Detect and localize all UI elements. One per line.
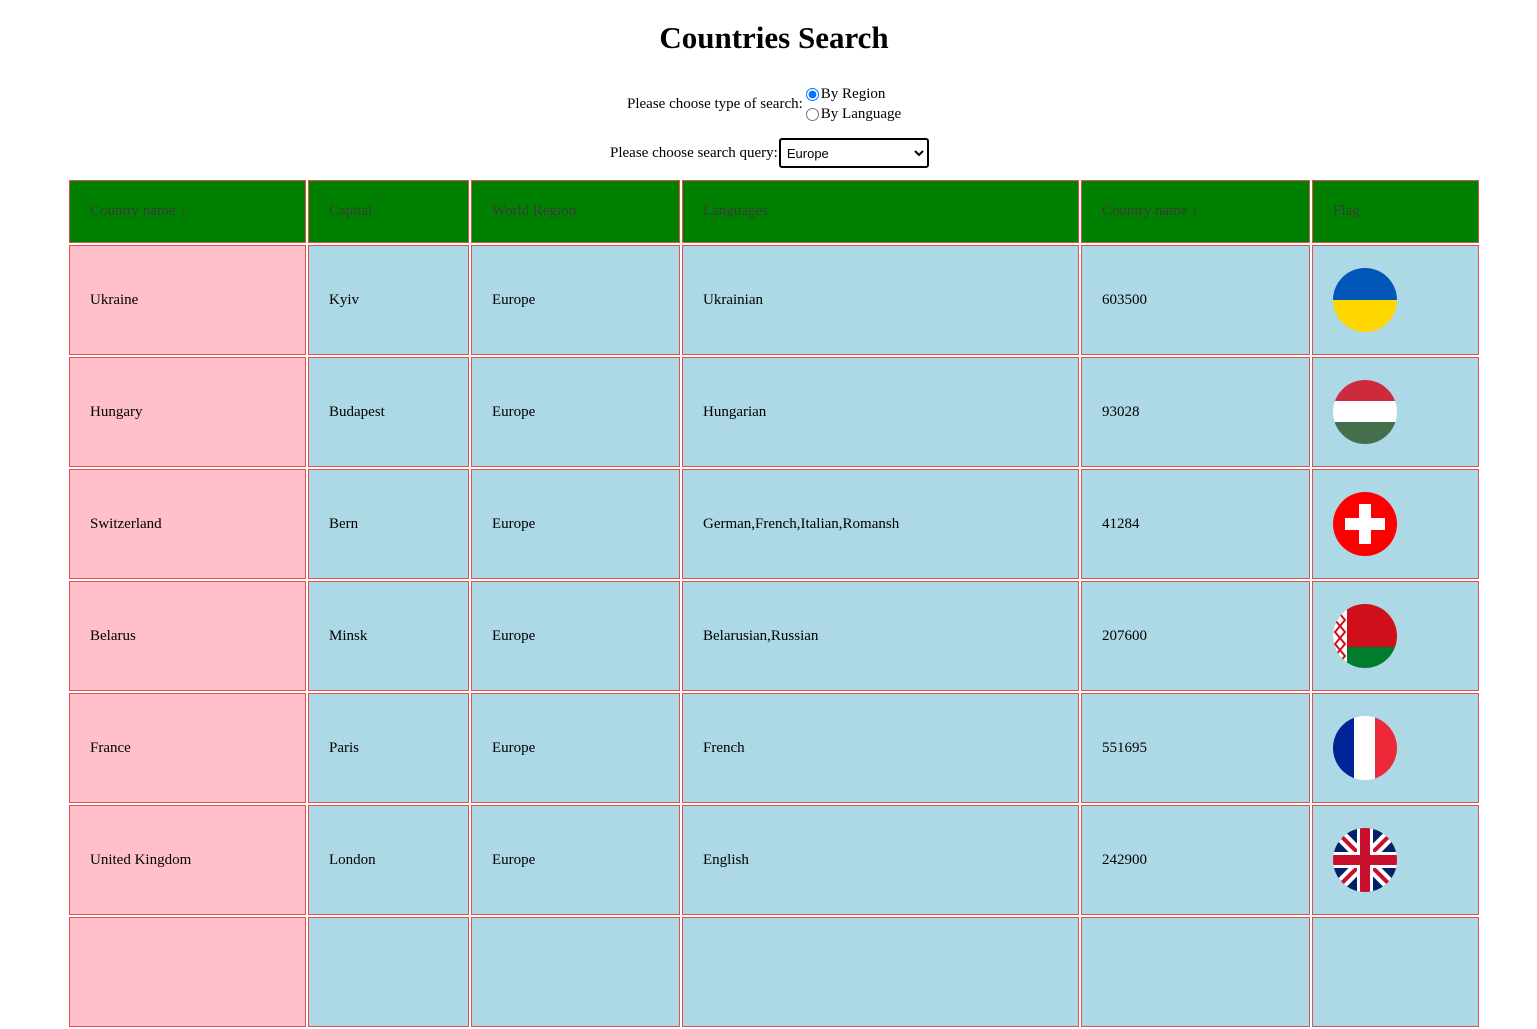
table-row: Belarus Minsk Europe Belarusian,Russian …: [69, 581, 1479, 691]
cell-region: Europe: [471, 805, 680, 915]
cell-flag: [1312, 581, 1479, 691]
cell-capital: Minsk: [308, 581, 469, 691]
cell-region: Europe: [471, 245, 680, 355]
cell-country-name: Belarus: [69, 581, 306, 691]
table-row: Switzerland Bern Europe German,French,It…: [69, 469, 1479, 579]
header-country-name-desc[interactable]: Country name ↓: [1081, 180, 1310, 243]
cell-flag: [1312, 245, 1479, 355]
cell-languages: Ukrainian: [682, 245, 1079, 355]
search-query-row: Please choose search query: Europe: [610, 138, 929, 168]
radio-by-language[interactable]: By Language: [805, 104, 902, 124]
cell-languages: French: [682, 693, 1079, 803]
cell-flag: [1312, 357, 1479, 467]
cell-languages: [682, 917, 1079, 1027]
cell-capital: [308, 917, 469, 1027]
cell-area: 551695: [1081, 693, 1310, 803]
belarus-flag-icon: [1333, 604, 1397, 668]
cell-country-name: Hungary: [69, 357, 306, 467]
cell-languages: German,French,Italian,Romansh: [682, 469, 1079, 579]
cell-languages: Belarusian,Russian: [682, 581, 1079, 691]
cell-area: [1081, 917, 1310, 1027]
by-region-radio[interactable]: [805, 87, 819, 101]
table-row: United Kingdom London Europe English 242…: [69, 805, 1479, 915]
switzerland-flag-icon: [1333, 492, 1397, 556]
cell-region: Europe: [471, 469, 680, 579]
cell-region: Europe: [471, 693, 680, 803]
header-capital: Capital: [308, 180, 469, 243]
france-flag-icon: [1333, 716, 1397, 780]
table-row: France Paris Europe French 551695: [69, 693, 1479, 803]
cell-country-name: United Kingdom: [69, 805, 306, 915]
cell-country-name: Ukraine: [69, 245, 306, 355]
cell-region: [471, 917, 680, 1027]
cell-region: Europe: [471, 581, 680, 691]
countries-table: Country name ↑ Capital World Region Lang…: [67, 178, 1481, 1029]
table-row: Hungary Budapest Europe Hungarian 93028: [69, 357, 1479, 467]
cell-flag: [1312, 469, 1479, 579]
table-header-row: Country name ↑ Capital World Region Lang…: [69, 180, 1479, 243]
table-row: Ukraine Kyiv Europe Ukrainian 603500: [69, 245, 1479, 355]
table-row-partial: [69, 917, 1479, 1027]
cell-area: 93028: [1081, 357, 1310, 467]
cell-flag: [1312, 693, 1479, 803]
header-country-name-asc[interactable]: Country name ↑: [69, 180, 306, 243]
by-region-label: By Region: [820, 86, 886, 102]
hungary-flag-icon: [1333, 380, 1397, 444]
cell-country-name: [69, 917, 306, 1027]
cell-capital: Paris: [308, 693, 469, 803]
header-languages: Languages: [682, 180, 1079, 243]
cell-region: Europe: [471, 357, 680, 467]
cell-capital: Kyiv: [308, 245, 469, 355]
ukraine-flag-icon: [1333, 268, 1397, 332]
header-flag: Flag: [1312, 180, 1479, 243]
page-title: Countries Search: [659, 20, 889, 55]
cell-capital: Budapest: [308, 357, 469, 467]
cell-area: 242900: [1081, 805, 1310, 915]
header-world-region: World Region: [471, 180, 680, 243]
search-query-label: Please choose search query:: [610, 144, 778, 161]
search-query-select[interactable]: Europe: [778, 138, 929, 168]
search-type-label: Please choose type of search:: [627, 95, 803, 112]
cell-area: 41284: [1081, 469, 1310, 579]
search-type-group: Please choose type of search: By Region …: [627, 84, 901, 124]
by-language-label: By Language: [820, 106, 902, 122]
radio-by-region[interactable]: By Region: [805, 84, 901, 104]
cell-area: 207600: [1081, 581, 1310, 691]
by-language-radio[interactable]: [805, 107, 819, 121]
search-type-options: By Region By Language: [805, 84, 902, 124]
cell-country-name: France: [69, 693, 306, 803]
cell-capital: Bern: [308, 469, 469, 579]
cell-flag: [1312, 805, 1479, 915]
united-kingdom-flag-icon: [1333, 828, 1397, 892]
cell-languages: English: [682, 805, 1079, 915]
cell-area: 603500: [1081, 245, 1310, 355]
cell-flag: [1312, 917, 1479, 1027]
cell-languages: Hungarian: [682, 357, 1079, 467]
cell-country-name: Switzerland: [69, 469, 306, 579]
cell-capital: London: [308, 805, 469, 915]
